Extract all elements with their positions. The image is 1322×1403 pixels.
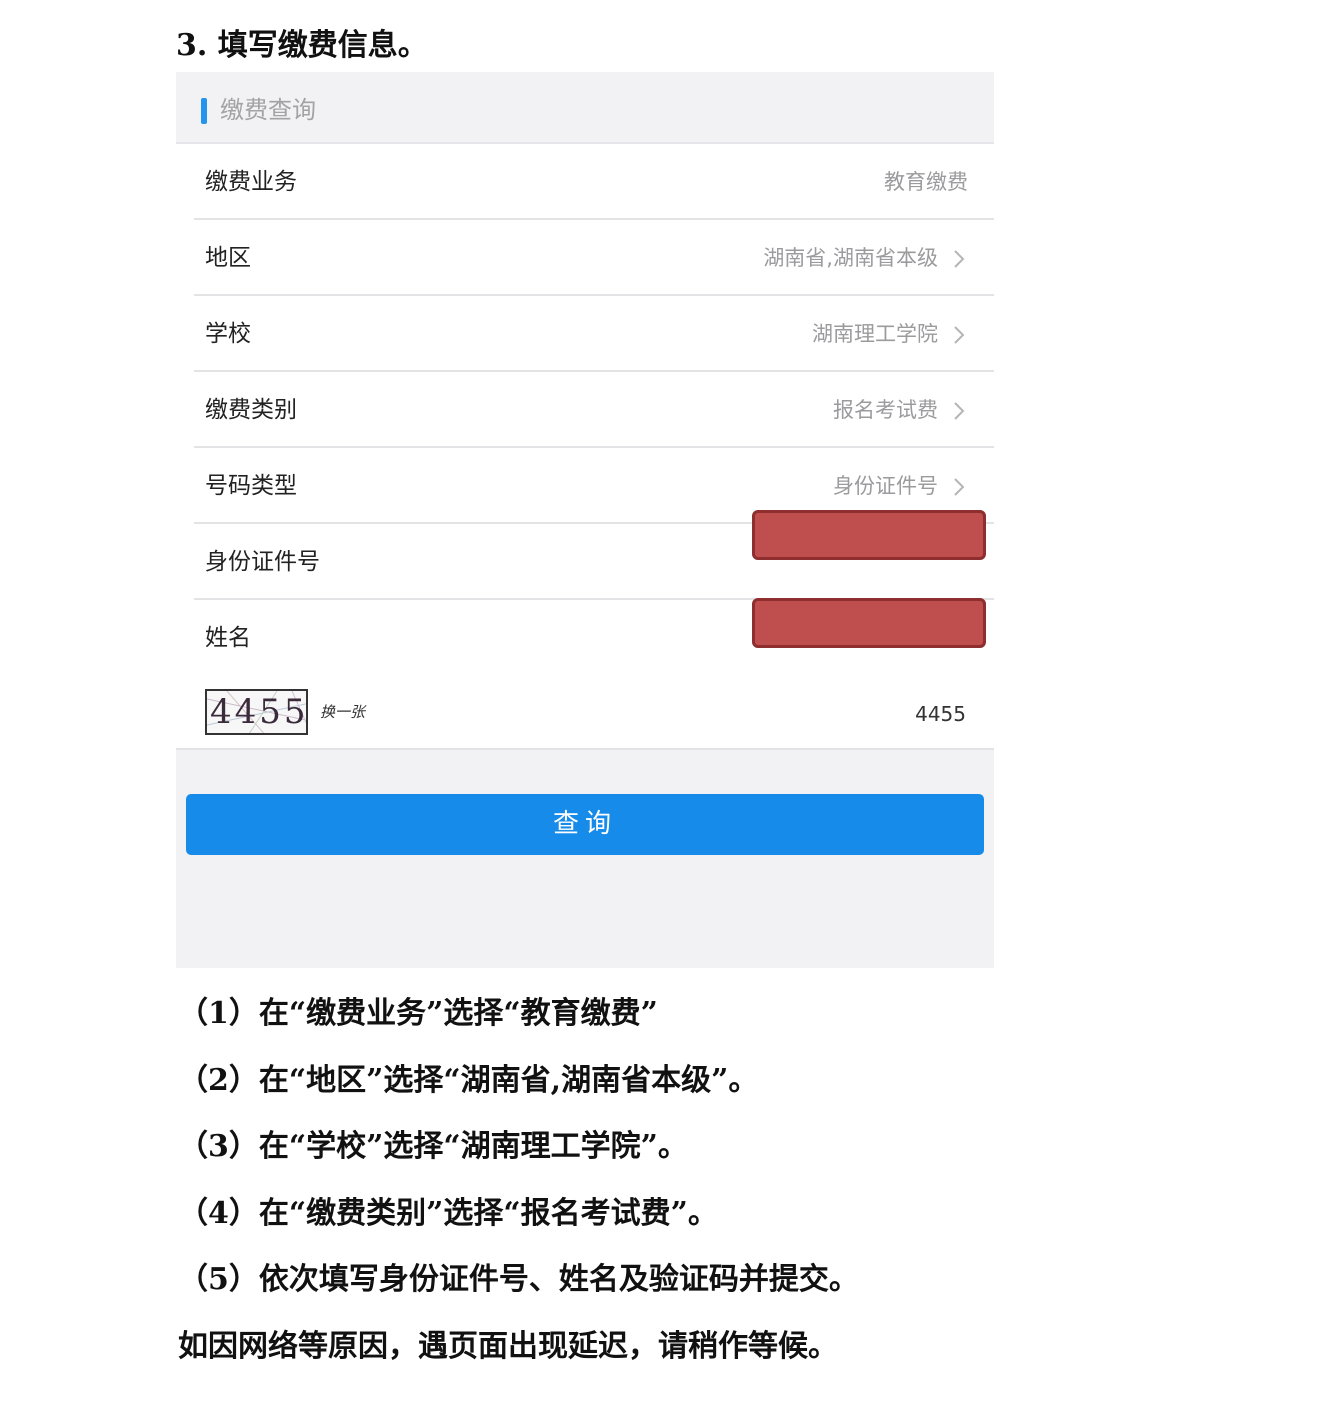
instruction-item: （4）在“缴费类别”选择“报名考试费”。 (178, 1195, 718, 1231)
payment-category-label: 缴费类别 (205, 397, 297, 423)
payment-form: 缴费业务 教育缴费 地区 湖南省,湖南省本级 学校 湖南理工学院 缴费类别 报名… (176, 144, 994, 750)
captcha-text: 4455 (210, 692, 308, 732)
instruction-item: （1）在“缴费业务”选择“教育缴费” (178, 996, 658, 1031)
step-heading: 3. 填写缴费信息。 (176, 28, 428, 63)
chevron-right-icon (954, 402, 965, 420)
region-label: 地区 (205, 245, 251, 271)
row-payment-category[interactable]: 缴费类别 报名考试费 (176, 372, 994, 448)
row-payment-business[interactable]: 缴费业务 教育缴费 (176, 144, 994, 220)
captcha-image[interactable]: 4455 (205, 689, 308, 735)
panel-title: 缴费查询 (220, 96, 316, 124)
payment-category-value: 报名考试费 (833, 398, 938, 422)
row-school[interactable]: 学校 湖南理工学院 (176, 296, 994, 372)
id-type-value: 身份证件号 (833, 474, 938, 498)
payment-business-value: 教育缴费 (884, 170, 968, 194)
name-field-redacted[interactable] (752, 598, 986, 648)
instruction-item: （5）依次填写身份证件号、姓名及验证码并提交。 (178, 1262, 859, 1298)
instruction-item: （3）在“学校”选择“湖南理工学院”。 (178, 1129, 688, 1165)
chevron-right-icon (954, 326, 965, 344)
header-accent-bar (201, 98, 207, 124)
captcha-refresh-link[interactable]: 换一张 (320, 700, 365, 724)
region-value: 湖南省,湖南省本级 (763, 246, 938, 270)
chevron-right-icon (954, 250, 965, 268)
id-number-field-redacted[interactable] (752, 510, 986, 560)
panel-header: 缴费查询 (176, 72, 994, 144)
instruction-list: （1）在“缴费业务”选择“教育缴费” （2）在“地区”选择“湖南省,湖南省本级”… (178, 990, 859, 1323)
row-captcha: 4455 换一张 4455 (176, 674, 994, 750)
school-label: 学校 (205, 321, 251, 347)
chevron-right-icon (954, 478, 965, 496)
row-name: 姓名 (176, 598, 994, 676)
id-type-label: 号码类型 (205, 473, 297, 499)
school-value: 湖南理工学院 (812, 322, 938, 346)
name-label: 姓名 (205, 625, 251, 651)
captcha-input[interactable]: 4455 (915, 694, 966, 734)
query-button[interactable]: 查询 (186, 794, 984, 855)
row-region[interactable]: 地区 湖南省,湖南省本级 (176, 220, 994, 296)
row-id-number: 身份证件号 (176, 510, 994, 600)
footer-note: 如因网络等原因，遇页面出现延迟，请稍作等候。 (178, 1329, 838, 1364)
payment-business-label: 缴费业务 (205, 169, 297, 195)
payment-query-screenshot: 缴费查询 缴费业务 教育缴费 地区 湖南省,湖南省本级 学校 湖南理工学院 缴费… (176, 72, 994, 968)
id-number-label: 身份证件号 (205, 549, 320, 575)
instruction-item: （2）在“地区”选择“湖南省,湖南省本级”。 (178, 1062, 759, 1098)
